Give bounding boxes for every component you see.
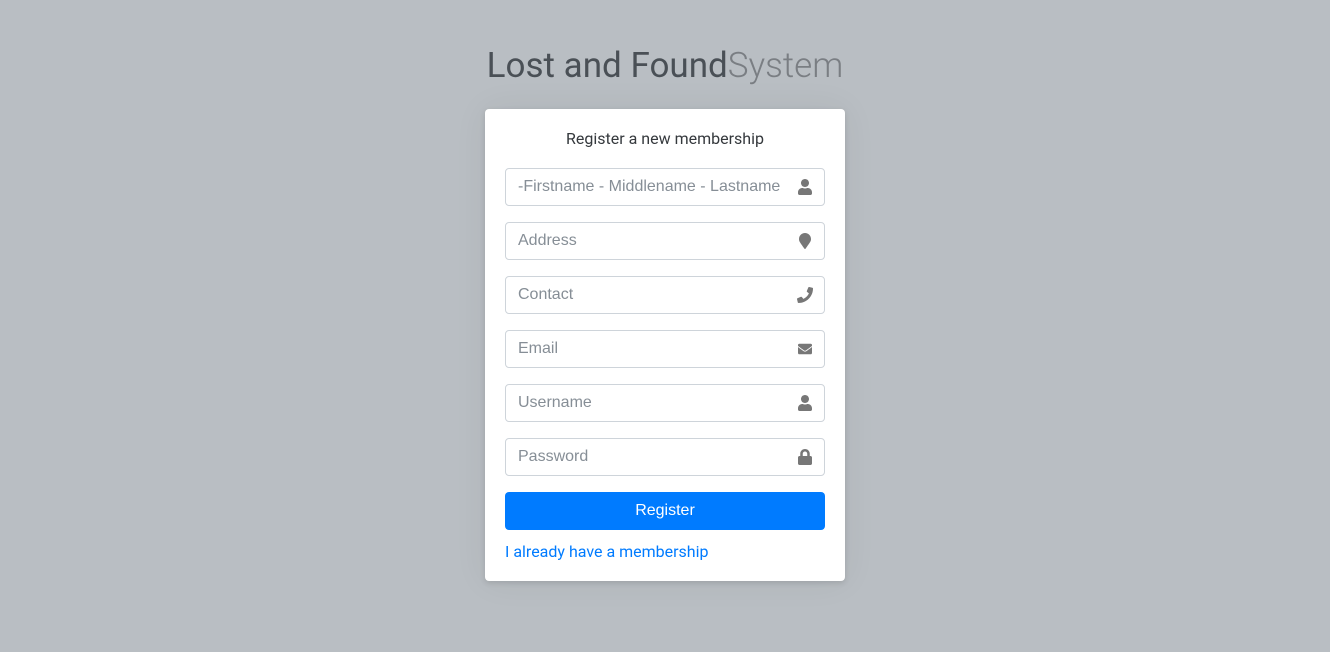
address-group (505, 222, 825, 260)
app-logo-link[interactable]: Lost and FoundSystem (487, 45, 844, 86)
email-group (505, 330, 825, 368)
contact-input[interactable] (505, 276, 825, 314)
contact-group (505, 276, 825, 314)
password-group (505, 438, 825, 476)
fullname-input[interactable] (505, 168, 825, 206)
card-message: Register a new membership (505, 129, 825, 148)
fullname-group (505, 168, 825, 206)
logo-strong-text: Lost and Found (487, 45, 728, 86)
app-logo: Lost and FoundSystem (487, 45, 844, 87)
username-group (505, 384, 825, 422)
username-input[interactable] (505, 384, 825, 422)
email-input[interactable] (505, 330, 825, 368)
address-input[interactable] (505, 222, 825, 260)
already-member-link[interactable]: I already have a membership (505, 542, 709, 561)
logo-light-text: System (728, 45, 844, 86)
register-button[interactable]: Register (505, 492, 825, 530)
register-card: Register a new membership (485, 109, 845, 581)
password-input[interactable] (505, 438, 825, 476)
